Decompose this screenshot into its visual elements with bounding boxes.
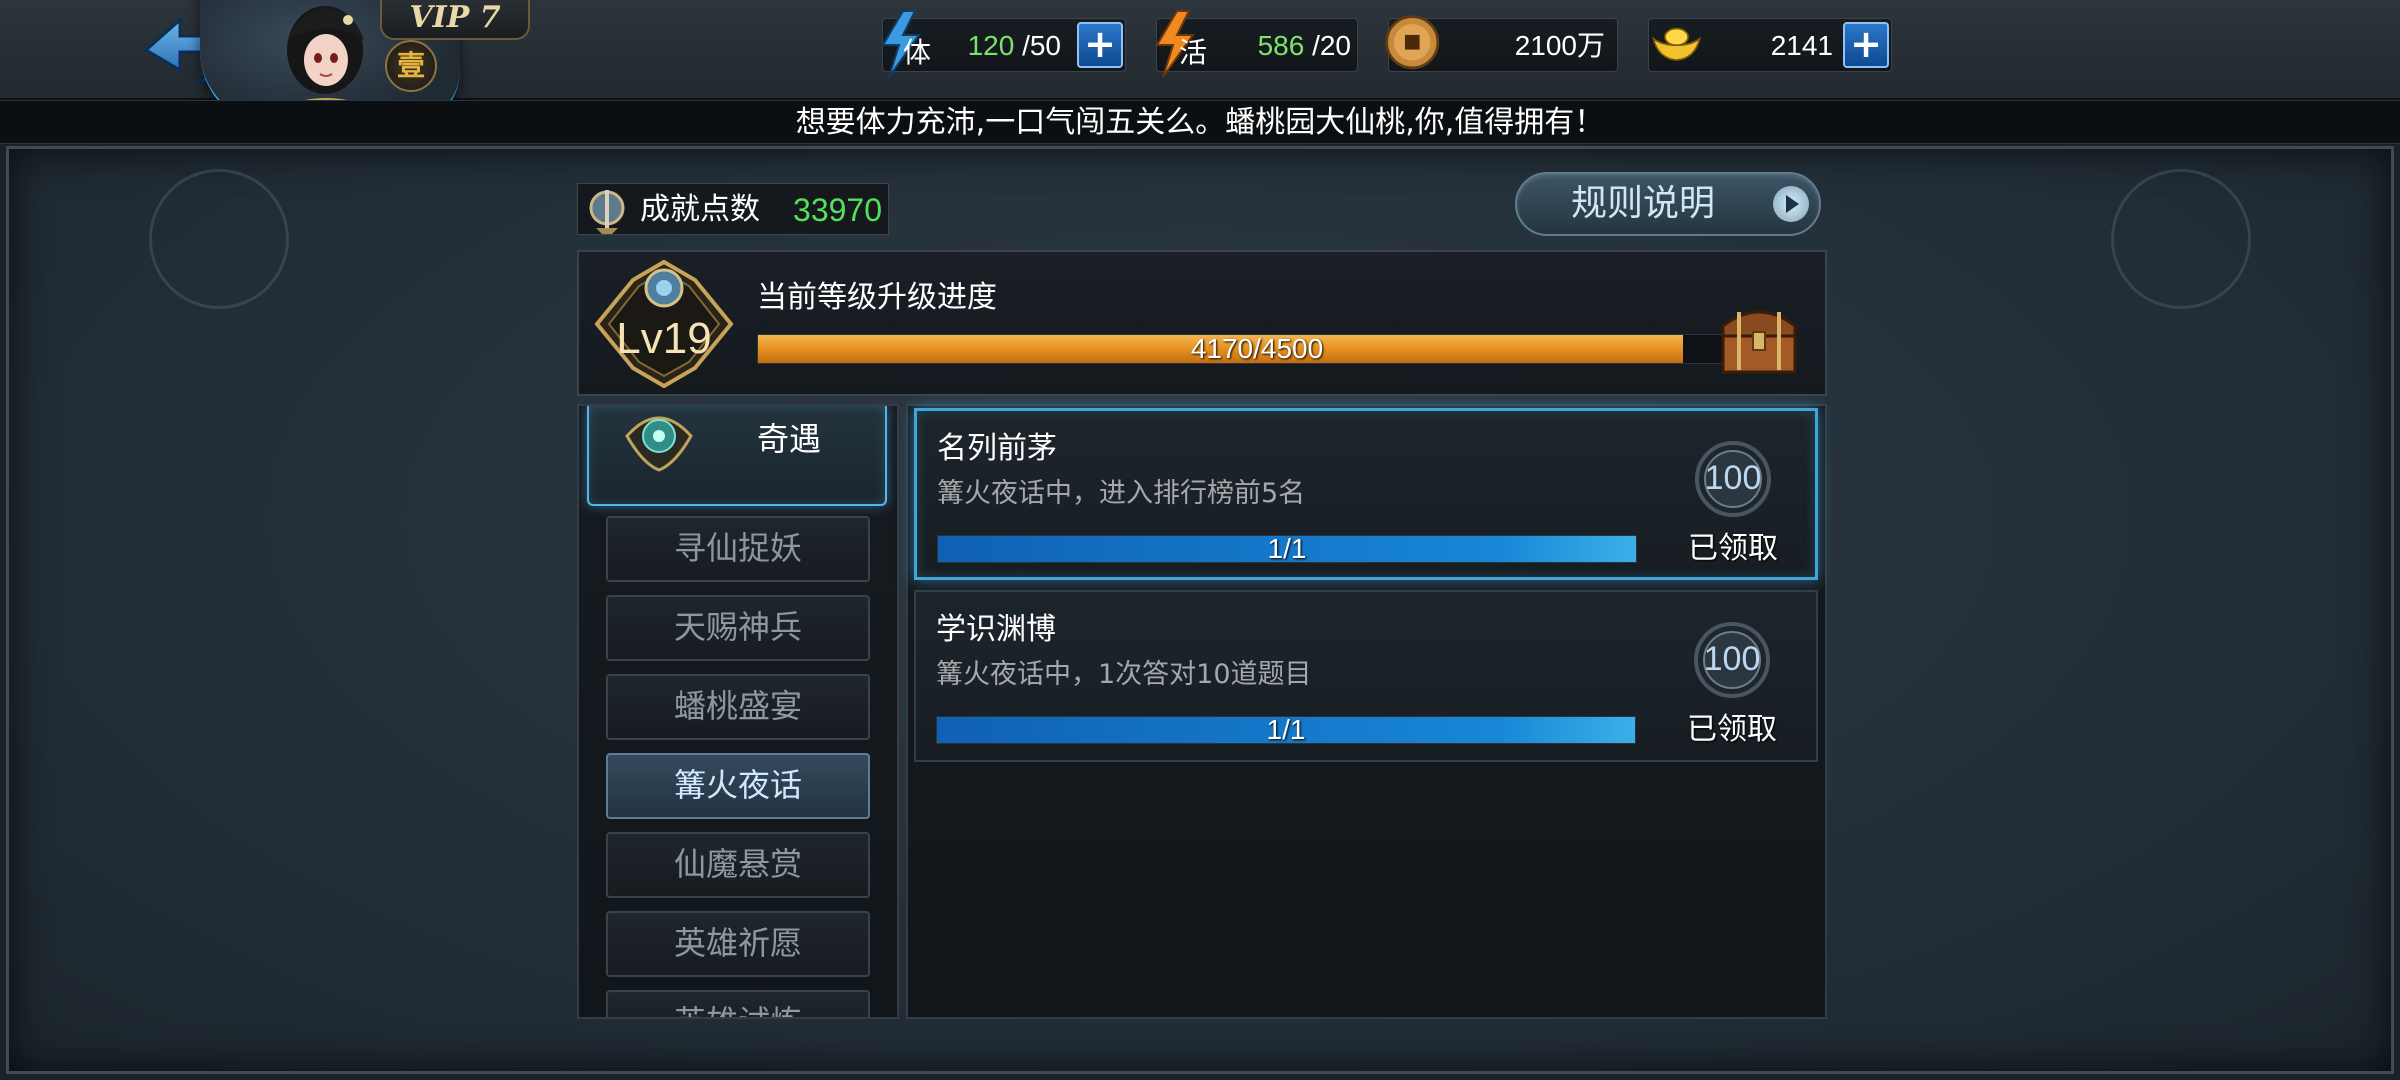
level-progress-bar: 4170/4500 bbox=[757, 334, 1757, 364]
vitality-current: 586 bbox=[1257, 30, 1305, 61]
play-arrow-icon bbox=[1773, 186, 1809, 222]
level-progress-panel: Lv19 当前等级升级进度 4170/4500 bbox=[577, 250, 1827, 396]
task-progress-bar: 1/1 bbox=[937, 535, 1637, 563]
corner-ornament bbox=[2111, 169, 2251, 309]
stamina-icon-label: 体 bbox=[903, 36, 932, 69]
achievement-points-value: 33970 bbox=[793, 192, 882, 228]
vitality-value: 586 /20 bbox=[1227, 19, 1351, 73]
task-progress-text: 1/1 bbox=[1266, 714, 1306, 745]
achievement-points: 成就点数 33970 bbox=[577, 183, 889, 235]
coin-value: 2100万 bbox=[1514, 30, 1605, 61]
claimed-status: 已领取 bbox=[1687, 712, 1777, 747]
level-progress-text: 4170/4500 bbox=[1190, 333, 1324, 364]
copper-coin-icon bbox=[1385, 15, 1440, 70]
gold-ingot-icon bbox=[1651, 27, 1702, 61]
rules-button[interactable]: 规则说明 bbox=[1515, 172, 1821, 236]
add-stamina-button[interactable]: + bbox=[1077, 22, 1123, 68]
coin-counter: 2100万 bbox=[1385, 15, 1618, 72]
reward-points: 100 bbox=[1704, 459, 1762, 497]
task-row[interactable]: 名列前茅 篝火夜话中，进入排行榜前5名 1/1 100 已领取 bbox=[914, 408, 1818, 580]
vitality-max: /20 bbox=[1312, 30, 1351, 61]
sidebar-item-peach-banquet[interactable]: 蟠桃盛宴 bbox=[606, 674, 870, 740]
rank-badge: 壹 bbox=[385, 40, 437, 92]
category-sidebar: 奇遇 寻仙捉妖 天赐神兵 蟠桃盛宴 篝火夜话 仙魔悬赏 英雄祈愿 英雄试炼 bbox=[577, 404, 899, 1019]
add-gold-button[interactable]: + bbox=[1843, 22, 1889, 68]
gold-value: 2141 bbox=[1770, 30, 1833, 61]
task-row[interactable]: 学识渊博 篝火夜话中，1次答对10道题目 1/1 100 已领取 bbox=[914, 590, 1818, 762]
task-description: 篝火夜话中，1次答对10道题目 bbox=[936, 659, 1312, 690]
reward-points: 100 bbox=[1703, 640, 1761, 678]
stamina-value: 120 /50 bbox=[953, 19, 1061, 73]
corner-ornament bbox=[149, 169, 289, 309]
sidebar-item-divine-weapon[interactable]: 天赐神兵 bbox=[606, 595, 870, 661]
vitality-icon-label: 活 bbox=[1179, 36, 1208, 69]
stamina-counter: 体 120 /50 + bbox=[881, 10, 1126, 78]
top-hud: VIP 7 壹 体 120 /50 + 活 586 /20 2100万 2141… bbox=[0, 0, 2400, 130]
rules-button-label: 规则说明 bbox=[1571, 183, 1716, 224]
sidebar-header-label: 奇遇 bbox=[757, 420, 822, 458]
vitality-counter: 活 586 /20 bbox=[1155, 10, 1358, 78]
stamina-current: 120 bbox=[967, 30, 1015, 61]
level-progress-title: 当前等级升级进度 bbox=[757, 280, 997, 315]
sidebar-item-bonfire-talk[interactable]: 篝火夜话 bbox=[606, 753, 870, 819]
task-progress-bar: 1/1 bbox=[936, 716, 1636, 744]
vip-badge[interactable]: VIP 7 bbox=[380, 0, 530, 40]
announcement-marquee: 想要体力充沛,一口气闯五关么。蟠桃园大仙桃,你,值得拥有！ bbox=[0, 100, 2400, 144]
achievement-points-label: 成就点数 bbox=[640, 192, 760, 227]
achievement-task-list: 名列前茅 篝火夜话中，进入排行榜前5名 1/1 100 已领取 学识渊博 篝火夜… bbox=[906, 404, 1827, 1019]
stamina-max: /50 bbox=[1022, 30, 1061, 61]
task-name: 名列前茅 bbox=[937, 431, 1057, 466]
sidebar-item-hero-wish[interactable]: 英雄祈愿 bbox=[606, 911, 870, 977]
sidebar-item-bounty[interactable]: 仙魔悬赏 bbox=[606, 832, 870, 898]
treasure-chest-icon[interactable] bbox=[1709, 292, 1809, 382]
gold-counter: 2141 + bbox=[1648, 18, 1892, 72]
task-name: 学识渊博 bbox=[936, 612, 1056, 647]
task-progress-text: 1/1 bbox=[1267, 533, 1307, 564]
task-description: 篝火夜话中，进入排行榜前5名 bbox=[937, 478, 1306, 509]
jade-orb-icon bbox=[625, 416, 693, 472]
sidebar-item-demon-hunt[interactable]: 寻仙捉妖 bbox=[606, 516, 870, 582]
level-badge: Lv19 bbox=[616, 314, 712, 363]
sidebar-header-encounter[interactable]: 奇遇 bbox=[587, 406, 887, 506]
sidebar-item-hero-trial[interactable]: 英雄试炼 bbox=[606, 990, 870, 1017]
claimed-status: 已领取 bbox=[1688, 531, 1778, 566]
trophy-medal-icon bbox=[589, 190, 625, 234]
